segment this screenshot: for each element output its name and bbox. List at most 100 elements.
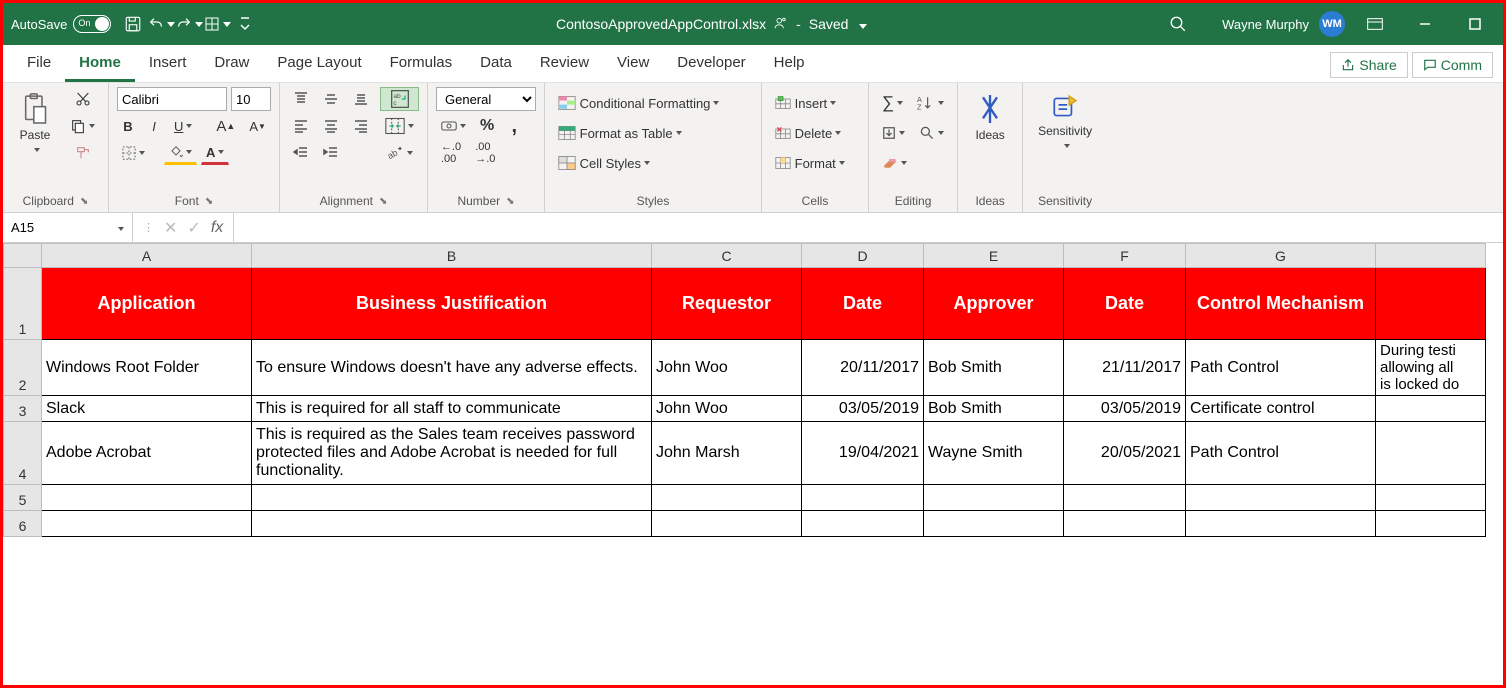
cell[interactable]: 20/11/2017 [802, 340, 924, 396]
col-header[interactable]: C [652, 244, 802, 268]
cell[interactable]: Application [42, 268, 252, 340]
cell[interactable] [1376, 396, 1486, 422]
col-header[interactable]: G [1186, 244, 1376, 268]
cell[interactable] [1376, 268, 1486, 340]
cell[interactable]: During testiallowing allis locked do [1376, 340, 1486, 396]
row-header[interactable]: 5 [4, 485, 42, 511]
font-size-select[interactable] [231, 87, 271, 111]
row-header[interactable]: 1 [4, 268, 42, 340]
font-dialog-icon[interactable]: ⬊ [205, 196, 213, 207]
row-header[interactable]: 4 [4, 422, 42, 485]
formula-input[interactable] [234, 213, 1503, 242]
italic-button[interactable]: I [143, 114, 165, 138]
cell[interactable]: Windows Root Folder [42, 340, 252, 396]
user-name[interactable]: Wayne Murphy [1222, 17, 1309, 32]
cell[interactable]: Wayne Smith [924, 422, 1064, 485]
font-color-button[interactable]: A [201, 141, 229, 165]
cell[interactable]: Business Justification [252, 268, 652, 340]
name-box[interactable]: A15 [3, 213, 133, 242]
cell[interactable]: Certificate control [1186, 396, 1376, 422]
cell[interactable] [924, 511, 1064, 537]
namebox-caret[interactable] [115, 220, 124, 235]
merge-button[interactable] [380, 114, 419, 138]
cell[interactable]: John Woo [652, 396, 802, 422]
row-header[interactable]: 2 [4, 340, 42, 396]
cell[interactable] [924, 485, 1064, 511]
format-painter-button[interactable] [65, 141, 100, 165]
find-button[interactable] [914, 121, 949, 145]
cut-button[interactable] [65, 87, 100, 111]
quickaccess-grid-icon[interactable] [203, 10, 231, 38]
cell[interactable] [1186, 485, 1376, 511]
cell[interactable]: 03/05/2019 [1064, 396, 1186, 422]
increase-font-button[interactable]: A▲ [211, 114, 240, 138]
maximize-button[interactable] [1455, 10, 1495, 38]
sort-filter-button[interactable]: AZ [912, 91, 949, 115]
wrap-text-button[interactable]: abc [380, 87, 419, 111]
align-top-button[interactable] [288, 87, 314, 111]
format-cells-button[interactable]: Format [770, 151, 860, 175]
fill-color-button[interactable] [164, 141, 197, 165]
cell[interactable] [252, 485, 652, 511]
cell[interactable]: John Marsh [652, 422, 802, 485]
minimize-button[interactable] [1405, 10, 1445, 38]
autosave-toggle[interactable]: AutoSave On [11, 15, 111, 33]
toggle-switch[interactable]: On [73, 15, 111, 33]
cell[interactable]: Control Mechanism [1186, 268, 1376, 340]
tab-formulas[interactable]: Formulas [376, 48, 467, 82]
align-middle-button[interactable] [318, 87, 344, 111]
align-right-button[interactable] [348, 114, 374, 138]
number-dialog-icon[interactable]: ⬊ [506, 196, 514, 207]
borders-button[interactable] [117, 141, 150, 165]
tab-help[interactable]: Help [760, 48, 819, 82]
tab-insert[interactable]: Insert [135, 48, 201, 82]
align-bottom-button[interactable] [348, 87, 374, 111]
cancel-formula-icon[interactable]: ✕ [164, 218, 177, 238]
fx-icon[interactable]: fx [211, 219, 223, 237]
tab-view[interactable]: View [603, 48, 663, 82]
cell-styles-button[interactable]: Cell Styles [553, 151, 753, 175]
cell[interactable] [252, 511, 652, 537]
insert-cells-button[interactable]: Insert [770, 91, 860, 115]
number-format-select[interactable]: General [436, 87, 536, 111]
comma-button[interactable]: , [503, 114, 525, 138]
cell[interactable]: Path Control [1186, 422, 1376, 485]
cell[interactable]: 19/04/2021 [802, 422, 924, 485]
cell[interactable]: Path Control [1186, 340, 1376, 396]
comments-button[interactable]: Comm [1412, 52, 1493, 78]
cell[interactable]: This is required for all staff to commun… [252, 396, 652, 422]
copy-button[interactable] [65, 114, 100, 138]
enter-formula-icon[interactable]: ✓ [187, 218, 200, 238]
tab-review[interactable]: Review [526, 48, 603, 82]
cell[interactable]: 03/05/2019 [802, 396, 924, 422]
cell[interactable]: John Woo [652, 340, 802, 396]
tab-page-layout[interactable]: Page Layout [263, 48, 375, 82]
cell[interactable]: Date [1064, 268, 1186, 340]
clear-button[interactable] [877, 151, 912, 175]
cell[interactable] [42, 485, 252, 511]
col-header[interactable]: F [1064, 244, 1186, 268]
cell[interactable]: 20/05/2021 [1064, 422, 1186, 485]
ribbon-options-icon[interactable] [1355, 10, 1395, 38]
align-left-button[interactable] [288, 114, 314, 138]
tab-developer[interactable]: Developer [663, 48, 759, 82]
col-header[interactable] [1376, 244, 1486, 268]
decrease-indent-button[interactable] [288, 141, 314, 165]
cell[interactable] [42, 511, 252, 537]
cell[interactable] [1064, 511, 1186, 537]
clipboard-dialog-icon[interactable]: ⬊ [80, 196, 88, 207]
cell[interactable]: Date [802, 268, 924, 340]
undo-button[interactable] [147, 10, 175, 38]
align-center-button[interactable] [318, 114, 344, 138]
autosum-button[interactable]: ∑ [877, 91, 908, 115]
cell[interactable] [1064, 485, 1186, 511]
delete-cells-button[interactable]: Delete [770, 121, 860, 145]
col-header[interactable]: D [802, 244, 924, 268]
cell[interactable] [652, 485, 802, 511]
cell[interactable] [1376, 422, 1486, 485]
cell[interactable] [802, 485, 924, 511]
bold-button[interactable]: B [117, 114, 139, 138]
underline-button[interactable]: U [169, 114, 197, 138]
quickaccess-overflow[interactable] [231, 10, 259, 38]
cell[interactable] [802, 511, 924, 537]
